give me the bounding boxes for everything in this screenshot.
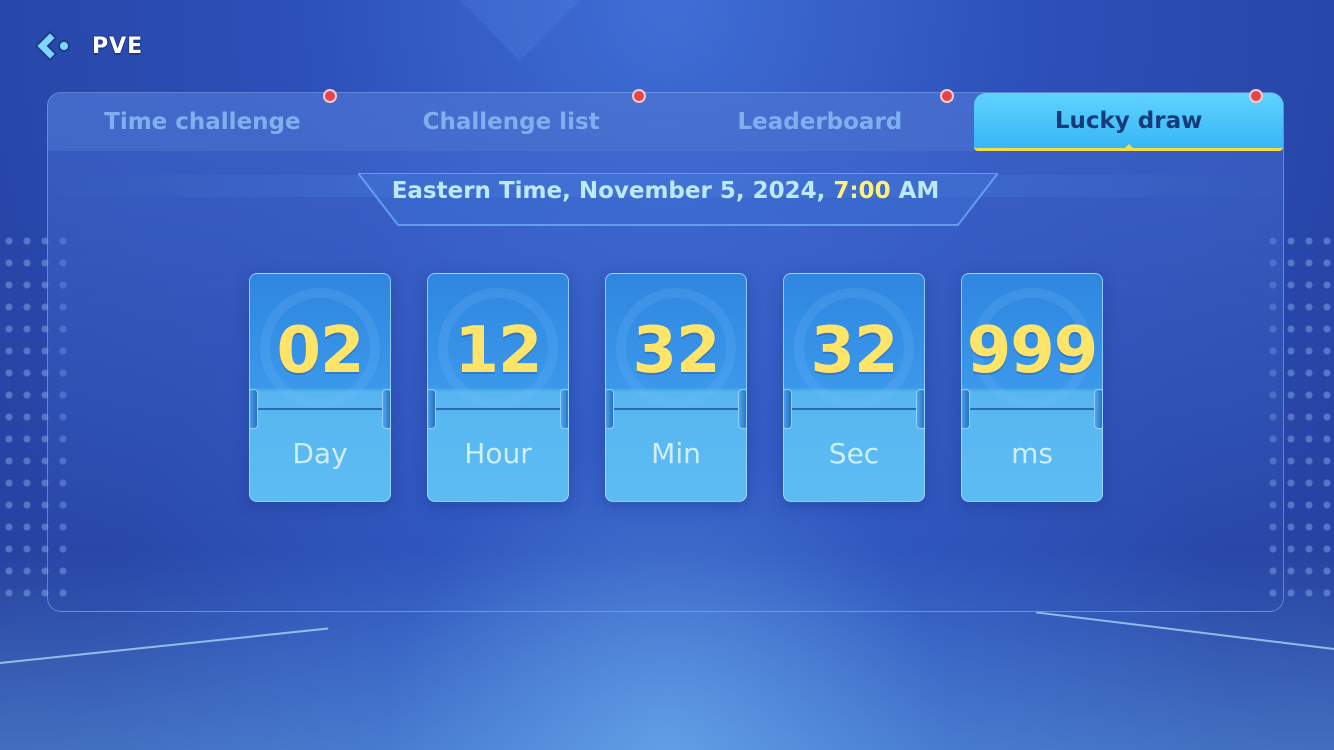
card-hinge — [250, 408, 390, 410]
card-hinge — [606, 408, 746, 410]
card-clip — [560, 389, 568, 429]
countdown-unit: Sec — [828, 437, 880, 470]
countdown-unit: Min — [651, 437, 701, 470]
countdown-value: 32 — [632, 314, 720, 388]
countdown-unit: Hour — [464, 437, 532, 470]
tab-label: Time challenge — [104, 109, 301, 135]
notification-dot — [940, 89, 955, 103]
event-start-time: Eastern Time, November 5, 2024, 7:00 AM — [48, 178, 1283, 204]
card-clip — [916, 389, 924, 429]
tab-lucky-draw[interactable]: Lucky draw — [974, 89, 1283, 151]
countdown: 02 Day 12 Hour 32 Min 32 Sec 999 ms — [249, 273, 1103, 502]
tab-bar: Time challenge Challenge list Leaderboar… — [48, 89, 1283, 151]
countdown-card-hour: 12 Hour — [427, 273, 569, 502]
countdown-card-ms: 999 ms — [961, 273, 1103, 502]
date-text: Eastern Time, November 5, 2024, — [391, 178, 834, 204]
tab-label: Leaderboard — [737, 109, 903, 135]
countdown-value: 999 — [966, 314, 1099, 388]
time-suffix: AM — [890, 178, 940, 204]
tab-challenge-list[interactable]: Challenge list — [357, 89, 666, 151]
card-clip — [1094, 389, 1102, 429]
page-title: PVE — [92, 33, 144, 59]
card-clip — [250, 389, 258, 429]
notification-dot — [631, 89, 646, 103]
countdown-card-sec: 32 Sec — [783, 273, 925, 502]
tab-label: Lucky draw — [1054, 107, 1203, 134]
back-button[interactable] — [30, 26, 74, 66]
countdown-card-min: 32 Min — [605, 273, 747, 502]
notification-dot — [322, 89, 337, 103]
card-clip — [738, 389, 746, 429]
back-arrow-icon — [34, 30, 70, 62]
card-clip — [962, 389, 970, 429]
card-clip — [428, 389, 436, 429]
card-hinge — [428, 408, 568, 410]
notification-dot — [1249, 89, 1263, 103]
background-diamond — [449, 0, 591, 61]
countdown-value: 12 — [454, 314, 542, 388]
countdown-value: 02 — [276, 314, 364, 388]
countdown-card-day: 02 Day — [249, 273, 391, 502]
countdown-unit: Day — [292, 437, 348, 470]
card-clip — [382, 389, 390, 429]
card-clip — [784, 389, 792, 429]
time-highlight: 7:00 — [833, 178, 891, 204]
tab-label: Challenge list — [422, 109, 600, 135]
countdown-value: 32 — [810, 314, 898, 388]
countdown-unit: ms — [1011, 437, 1053, 470]
card-hinge — [962, 408, 1102, 410]
top-bar: PVE — [30, 26, 143, 66]
card-clip — [606, 389, 614, 429]
card-hinge — [784, 408, 924, 410]
tab-time-challenge[interactable]: Time challenge — [48, 89, 357, 151]
tab-leaderboard[interactable]: Leaderboard — [666, 89, 975, 151]
